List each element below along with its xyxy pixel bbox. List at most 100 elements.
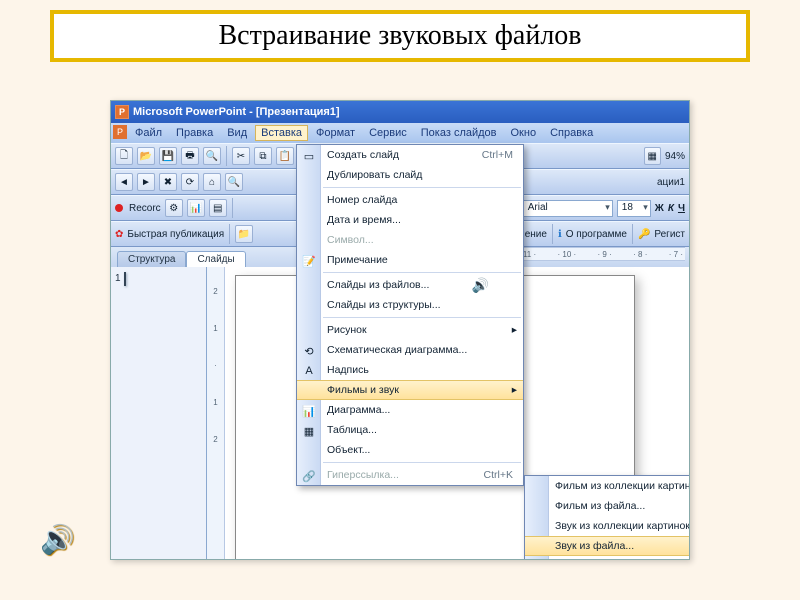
menu-label: Фильмы и звук	[327, 384, 399, 396]
preview-icon[interactable]: 🔍	[203, 147, 221, 165]
tool-a-icon[interactable]: ⚙	[165, 199, 183, 217]
menu-textbox[interactable]: A Надпись	[297, 360, 523, 380]
menu-table[interactable]: ▦ Таблица...	[297, 420, 523, 440]
bold-button[interactable]: Ж	[655, 203, 664, 214]
page-title: Встраивание звуковых файлов	[218, 20, 581, 51]
font-size-select[interactable]: 18	[617, 200, 651, 217]
submenu-sound-file[interactable]: Звук из файла...	[525, 536, 690, 556]
menu-label: Диаграмма...	[327, 404, 390, 416]
menu-label: Дублировать слайд	[327, 169, 422, 181]
menu-view[interactable]: Вид	[221, 125, 253, 141]
open-icon[interactable]: 📂	[137, 147, 155, 165]
menu-movies-sound[interactable]: Фильмы и звук ▸	[297, 380, 523, 400]
separator	[552, 224, 553, 244]
menu-duplicate-slide[interactable]: Дублировать слайд	[297, 165, 523, 185]
zoom-value[interactable]: 94%	[665, 151, 685, 162]
thumbnails-panel[interactable]: 1	[111, 267, 206, 559]
separator	[232, 198, 233, 218]
menu-label: Слайды из файлов...	[327, 279, 429, 291]
menu-object[interactable]: Объект...	[297, 440, 523, 460]
record-dot-icon	[115, 204, 123, 212]
copy-icon[interactable]: ⧉	[254, 147, 272, 165]
submenu-arrow-icon: ▸	[512, 324, 517, 336]
ruler-tick: · 10 ·	[558, 250, 577, 259]
tool-b-icon[interactable]: 📊	[187, 199, 205, 217]
save-icon[interactable]: 💾	[159, 147, 177, 165]
tool-c-icon[interactable]: ▤	[209, 199, 227, 217]
menu-separator	[323, 462, 521, 463]
hyperlink-icon: 🔗	[301, 468, 317, 484]
menu-edit[interactable]: Правка	[170, 125, 219, 141]
menu-new-slide[interactable]: ▭ Создать слайд Ctrl+M	[297, 145, 523, 165]
menu-label: Фильм из файла...	[555, 500, 645, 512]
forward-icon[interactable]: ►	[137, 173, 155, 191]
font-name-select[interactable]: Arial	[523, 200, 613, 217]
address-tail: ации1	[657, 177, 685, 188]
diagram-icon: ⟲	[301, 343, 317, 359]
menu-label: Звук из файла...	[555, 540, 634, 552]
menu-format[interactable]: Формат	[310, 125, 361, 141]
submenu-movie-file[interactable]: Фильм из файла...	[525, 496, 690, 516]
fast-publish-button[interactable]: Быстрая публикация	[127, 229, 224, 240]
register-button[interactable]: Регист	[654, 229, 685, 240]
menu-tools[interactable]: Сервис	[363, 125, 413, 141]
insert-dropdown[interactable]: ▭ Создать слайд Ctrl+M Дублировать слайд…	[296, 144, 524, 486]
record-label[interactable]: Recorс	[129, 203, 161, 214]
info-icon: ℹ	[558, 229, 562, 240]
ruler-tick: 2	[213, 287, 217, 296]
ruler-tick: · 9 ·	[598, 250, 612, 259]
stop-icon[interactable]: ✖	[159, 173, 177, 191]
folder-icon[interactable]: 📁	[235, 225, 253, 243]
powerpoint-icon: P	[115, 105, 129, 119]
menu-file[interactable]: Файл	[129, 125, 168, 141]
speaker-icon: 🔊	[472, 277, 489, 294]
menu-slideshow[interactable]: Показ слайдов	[415, 125, 503, 141]
menu-slides-from-file[interactable]: Слайды из файлов... 🔊	[297, 275, 523, 295]
menu-chart[interactable]: 📊 Диаграмма...	[297, 400, 523, 420]
submenu-sound-clip[interactable]: Звук из коллекции картинок...	[525, 516, 690, 536]
submenu-cd-audio[interactable]: Запись с компакт-диска...	[525, 556, 690, 560]
menu-label: Объект...	[327, 444, 370, 456]
search-icon[interactable]: 🔍	[225, 173, 243, 191]
refresh-icon[interactable]: ⟳	[181, 173, 199, 191]
slide-thumbnail[interactable]	[124, 272, 126, 286]
new-doc-icon[interactable]: 🗋	[115, 147, 133, 165]
menu-picture[interactable]: Рисунок ▸	[297, 320, 523, 340]
tab-slides[interactable]: Слайды	[186, 251, 245, 267]
ruler-tick: 1	[213, 324, 217, 333]
menu-diagram[interactable]: ⟲ Схематическая диаграмма...	[297, 340, 523, 360]
page-title-frame: Встраивание звуковых файлов	[50, 10, 750, 62]
menu-insert[interactable]: Вставка	[255, 125, 308, 141]
submenu-movie-clip[interactable]: Фильм из коллекции картинок...	[525, 476, 690, 496]
about-button[interactable]: О программе	[566, 229, 627, 240]
movies-sound-submenu[interactable]: Фильм из коллекции картинок... Фильм из …	[524, 475, 690, 560]
underline-button[interactable]: Ч	[678, 203, 685, 214]
submenu-arrow-icon: ▸	[512, 384, 517, 396]
italic-button[interactable]: К	[668, 203, 674, 214]
menu-help[interactable]: Справка	[544, 125, 599, 141]
menu-window[interactable]: Окно	[505, 125, 543, 141]
menu-label: Примечание	[327, 254, 388, 266]
back-icon[interactable]: ◄	[115, 173, 133, 191]
paste-icon[interactable]: 📋	[276, 147, 294, 165]
chart-icon: 📊	[301, 403, 317, 419]
menu-slide-number[interactable]: Номер слайда	[297, 190, 523, 210]
menu-label: Дата и время...	[327, 214, 401, 226]
window-title: Microsoft PowerPoint - [Презентация1]	[133, 106, 340, 118]
textbox-icon: A	[301, 363, 317, 379]
home-icon[interactable]: ⌂	[203, 173, 221, 191]
flag-icon[interactable]: ▦	[644, 147, 661, 165]
new-slide-icon: ▭	[301, 148, 317, 164]
menu-slides-from-outline[interactable]: Слайды из структуры...	[297, 295, 523, 315]
print-icon[interactable]: 🖶	[181, 147, 199, 165]
menu-label: Создать слайд	[327, 149, 399, 161]
menu-shortcut: Ctrl+K	[484, 469, 513, 481]
tab-structure[interactable]: Структура	[117, 251, 186, 267]
menu-label: Фильм из коллекции картинок...	[555, 480, 690, 492]
menu-label: Рисунок	[327, 324, 367, 336]
ruler-tick: 1	[213, 398, 217, 407]
cut-icon[interactable]: ✂	[232, 147, 250, 165]
menubar[interactable]: Файл Правка Вид Вставка Формат Сервис По…	[111, 123, 689, 143]
menu-datetime[interactable]: Дата и время...	[297, 210, 523, 230]
menu-comment[interactable]: 📝 Примечание	[297, 250, 523, 270]
